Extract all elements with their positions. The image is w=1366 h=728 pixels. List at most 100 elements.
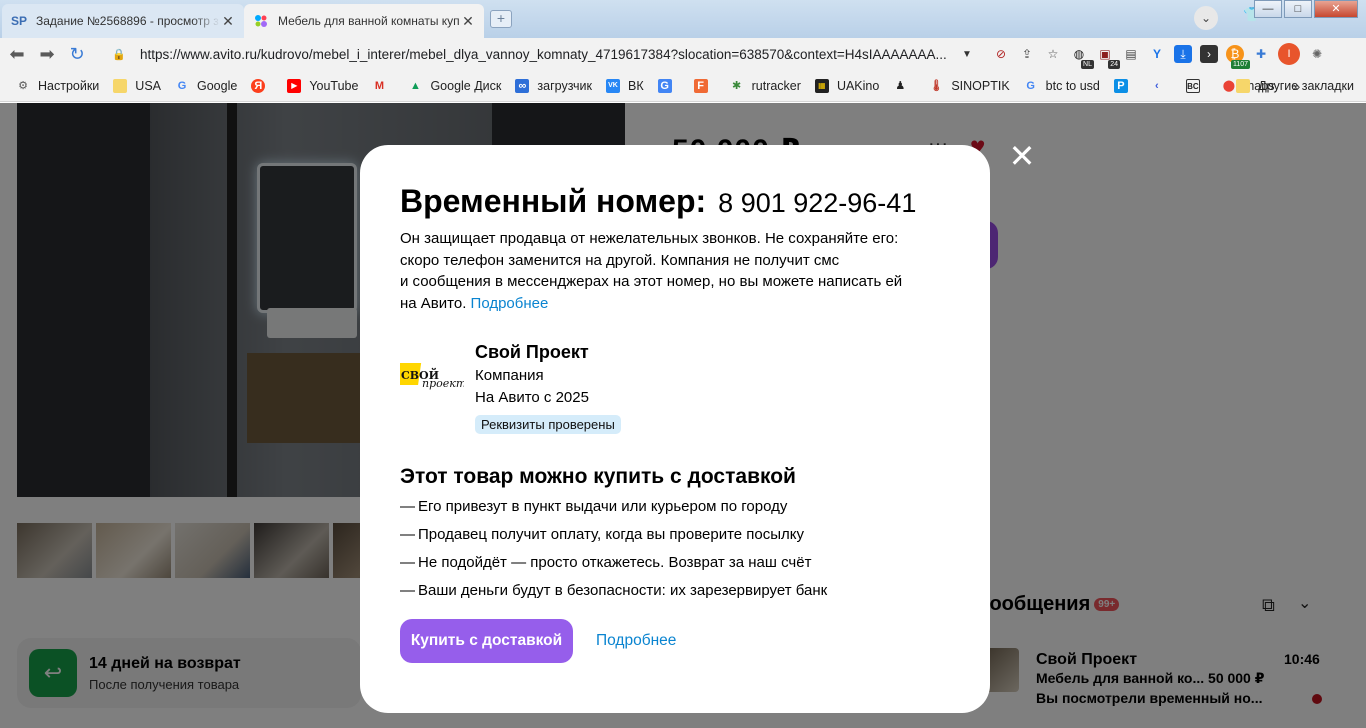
url-text[interactable]: https://www.avito.ru/kudrovo/mebel_i_int… [140,47,962,62]
thermometer-icon: 🌡 [929,79,944,92]
browser-toolbar: ⬅ ➡ ↻ 🔒 https://www.avito.ru/kudrovo/meb… [0,38,1366,70]
google-icon: G [1026,79,1035,92]
bookmark-vk[interactable]: VK ВК [605,78,644,93]
figure-icon: ♟ [895,79,906,92]
bookmark-youtube[interactable]: ▶ YouTube [287,78,358,93]
bookmark-star-icon[interactable]: ☆ [1044,45,1062,63]
delivery-title: Этот товар можно купить с доставкой [400,465,796,488]
bookmark-google[interactable]: G Google [175,79,238,93]
tab-title: Мебель для ванной комнаты купить [278,14,460,28]
bookmark-google-drive[interactable]: ▲ Google Диск [408,79,501,93]
tab-title: Задание №2568896 - просмотр з [36,14,219,28]
tab-close-icon[interactable]: ✕ [460,13,476,29]
modal-close-icon[interactable]: ✕ [1008,140,1036,172]
seller-logo[interactable]: СВОЙ проект [396,357,466,393]
gmail-icon: M [374,79,385,92]
bookmark-rutracker[interactable]: ✱ rutracker [730,79,801,93]
film-icon: ▦ [814,78,829,93]
infinity-icon: ∞ [515,78,530,93]
y-icon[interactable]: Y [1148,45,1166,63]
modal-title-label: Временный номер: [400,183,707,219]
modal-description: Он защищает продавца от нежелательных зв… [400,230,903,312]
share-icon[interactable]: ⇪ [1018,45,1036,63]
bookmark-usa[interactable]: USA [113,78,161,93]
bookmark-arrow[interactable]: ‹ [1150,79,1172,93]
bookmark-gmail[interactable]: M [372,79,394,93]
bookmark-downloader[interactable]: ∞ загрузчик [515,78,592,93]
lock-icon[interactable]: 🔒 [112,48,128,61]
other-bookmarks[interactable]: Другие закладки [1236,78,1354,93]
delivery-more-link[interactable]: Подробнее [596,632,676,650]
bookmark-bc[interactable]: BC [1185,78,1208,93]
folder-icon [113,78,128,93]
folder-icon [1236,78,1251,93]
site-permissions-icon[interactable]: ⊘ [992,45,1010,63]
tab-close-icon[interactable]: ✕ [220,13,236,29]
phone-number[interactable]: 8 901 922-96-41 [718,188,916,219]
bc-icon: BC [1185,78,1200,93]
tab-task[interactable]: SP Задание №2568896 - просмотр з ✕ [2,4,244,38]
bookmark-uakino[interactable]: ▦ UAKino [814,78,879,93]
vk-icon: VK [605,78,620,93]
tab-avito[interactable]: Мебель для ванной комнаты купить ✕ [244,4,484,38]
bitcoin-icon[interactable]: ₿ 1107 [1226,45,1250,69]
url-dropdown-icon[interactable]: ▼ [962,49,978,60]
list-item: — Ваши деньги будут в безопасности: их за… [400,582,828,599]
minimize-button[interactable]: — [1254,0,1282,18]
yandex-icon: Я [251,78,266,93]
modal-title: Временный номер: 8 901 922-96-41 [400,183,916,220]
bookmark-figure[interactable]: ♟ [893,79,915,93]
chevron-left-icon: ‹ [1155,79,1159,92]
tab-strip: SP Задание №2568896 - просмотр з ✕ Мебел… [0,0,1366,38]
tab-search-icon[interactable]: ⌄ [1194,6,1218,30]
puzzle-icon[interactable]: ✚ [1252,45,1270,63]
youtube-icon: ▶ [287,78,302,93]
download-icon[interactable]: ⤓ [1174,45,1192,63]
profile-avatar[interactable]: I [1278,43,1300,65]
back-icon[interactable]: ⬅ [4,41,30,67]
seller-name[interactable]: Свой Проект [475,342,589,363]
menu-icon[interactable]: ✺ [1308,45,1326,63]
buy-with-delivery-button[interactable]: Купить с доставкой [400,619,573,663]
nl-globe-icon[interactable]: ◍ NL [1070,45,1094,69]
sp-favicon-icon: SP [10,14,27,28]
bookmark-translate[interactable]: G [657,78,680,93]
verified-badge[interactable]: Реквизиты проверены [475,415,621,434]
calendar-icon[interactable]: ▣ 24 [1096,45,1120,69]
reload-icon[interactable]: ↻ [64,41,90,67]
bookmark-sinoptik[interactable]: 🌡 SINOPTIK [929,79,1009,93]
translate-icon: G [657,78,672,93]
bookmark-yandex[interactable]: Я [251,78,273,93]
rutracker-icon: ✱ [732,79,742,92]
seller-type: Компания [475,367,544,384]
temporary-number-modal: Временный номер: 8 901 922-96-41 Он защи… [360,145,990,713]
extensions-bar: ⊘ ⇪ ☆ ◍ NL ▣ 24 ▤ Y ⤓ › ₿ 1107 ✚ I ✺ [992,41,1326,69]
bookmark-p[interactable]: P [1113,78,1136,93]
bookmark-f[interactable]: F [693,78,716,93]
list-item: — Продавец получит оплату, когда вы прове… [400,526,805,543]
list-item: — Его привезут в пункт выдачи или курьеро… [400,498,788,515]
google-icon: G [177,79,187,92]
description-more-link[interactable]: Подробнее [471,295,549,312]
f-icon: F [693,78,708,93]
svg-text:проект: проект [422,377,464,390]
gear-icon: ⚙ [18,79,28,92]
briefcase-icon[interactable]: ▤ [1122,45,1140,63]
avito-favicon-icon [252,12,270,30]
p-icon: P [1113,78,1128,93]
bookmarks-bar: ⚙ Настройки USA G Google Я ▶ YouTube M ▲ Goo… [0,70,1366,102]
list-item: — Не подойдёт — просто откажетесь. Возвра… [400,554,812,571]
terminal-icon[interactable]: › [1200,45,1218,63]
bookmark-btc-to-usd[interactable]: Gbtc to usd [1024,79,1099,93]
bookmark-settings[interactable]: ⚙ Настройки [16,79,99,93]
new-tab-button[interactable]: + [490,10,512,28]
window-controls: — □ ✕ [1252,0,1358,18]
delivery-list: — Его привезут в пункт выдачи или курьеро… [400,497,827,609]
google-drive-icon: ▲ [409,79,421,92]
seller-since: На Авито с 2025 [475,389,589,406]
address-bar[interactable]: 🔒 https://www.avito.ru/kudrovo/mebel_i_i… [104,41,984,67]
maximize-button[interactable]: □ [1284,0,1312,18]
forward-icon[interactable]: ➡ [34,41,60,67]
map-pin-icon: ⬤ [1222,79,1236,92]
window-close-button[interactable]: ✕ [1314,0,1358,18]
